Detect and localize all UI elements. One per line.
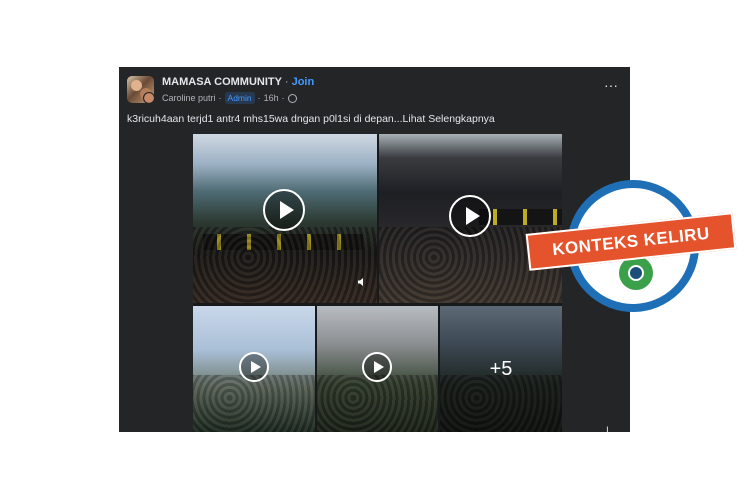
stamp-logo-icon (619, 256, 653, 290)
sound-icon[interactable] (357, 277, 367, 287)
more-icon[interactable]: ··· (604, 78, 618, 92)
video-thumbnail-2[interactable] (379, 134, 562, 303)
video-thumbnail-1[interactable] (193, 134, 377, 303)
separator: · (284, 76, 289, 88)
verdict-label: KONTEKS KELIRU (551, 223, 711, 259)
group-name-line: MAMASA COMMUNITY · Join (162, 76, 314, 88)
separator: · (281, 93, 285, 103)
play-icon[interactable] (239, 352, 269, 382)
join-button[interactable]: Join (292, 76, 315, 88)
group-name-link[interactable]: MAMASA COMMUNITY (162, 76, 282, 88)
more-media-count[interactable]: +5 (440, 306, 562, 432)
video-thumbnail-4[interactable] (317, 306, 438, 432)
globe-icon (287, 93, 297, 103)
author-name[interactable]: Caroline putri (162, 93, 216, 103)
video-thumbnail-3[interactable] (193, 306, 315, 432)
corner-mark: ı (606, 424, 609, 435)
video-thumbnail-5[interactable]: +5 (440, 306, 562, 432)
admin-badge: Admin (224, 92, 255, 104)
post-time[interactable]: 16h (264, 93, 279, 103)
media-gallery: +5 (193, 134, 562, 432)
post-meta: Caroline putri · Admin · 16h · (162, 92, 297, 104)
group-avatar[interactable] (127, 76, 154, 103)
caption-text: k3ricuh4aan terjd1 antr4 mhs15wa dngan p… (127, 113, 403, 125)
separator: · (218, 93, 222, 103)
play-icon[interactable] (263, 189, 305, 231)
author-avatar[interactable] (143, 92, 154, 103)
see-more-link[interactable]: Lihat Selengkapnya (403, 113, 495, 125)
play-icon[interactable] (362, 352, 392, 382)
post-caption: k3ricuh4aan terjd1 antr4 mhs15wa dngan p… (127, 113, 495, 125)
play-icon[interactable] (449, 195, 491, 237)
separator: · (257, 93, 261, 103)
